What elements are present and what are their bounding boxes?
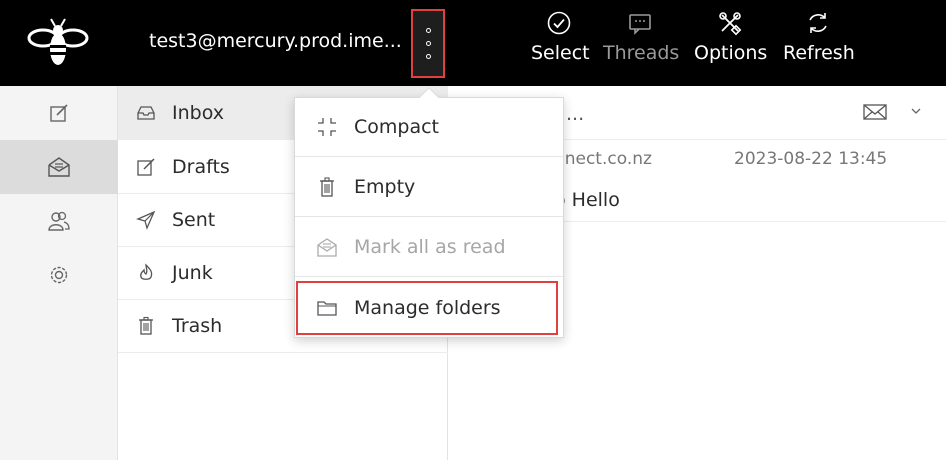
settings-nav[interactable] [0, 248, 118, 302]
menu-dot-icon [426, 28, 431, 33]
contacts-nav[interactable] [0, 194, 118, 248]
compact-label: Compact [354, 116, 439, 138]
settings-icon [50, 266, 68, 284]
options-button[interactable]: Options [694, 10, 768, 76]
compact-menu-item[interactable]: Compact [295, 98, 563, 157]
select-label: Select [531, 42, 590, 64]
empty-menu-item[interactable]: Empty [295, 158, 563, 217]
folder-label: Inbox [172, 101, 224, 124]
mark-all-read-menu-item[interactable]: Mark all as read [295, 218, 563, 277]
message-list-title: ... [566, 103, 585, 125]
envelope-icon[interactable] [863, 103, 887, 121]
trash-icon [320, 177, 334, 197]
account-name[interactable]: test3@mercury.prod.ime... [149, 30, 402, 52]
threads-label: Threads [603, 42, 680, 64]
options-label: Options [694, 42, 768, 64]
options-tools-icon [719, 12, 742, 36]
refresh-icon [809, 13, 827, 33]
inbox-icon [137, 105, 155, 120]
check-circle-icon [547, 11, 571, 35]
folder-label: Drafts [172, 155, 230, 178]
folder-label: Junk [172, 261, 213, 284]
mail-nav[interactable] [0, 140, 118, 194]
mail-icon [48, 157, 70, 177]
threads-button[interactable]: Threads [603, 10, 680, 76]
app-nav [0, 86, 118, 460]
mark-all-read-label: Mark all as read [354, 236, 506, 258]
empty-label: Empty [354, 176, 416, 198]
sent-icon [136, 210, 156, 230]
folder-label: Sent [172, 208, 216, 231]
compose-icon [50, 104, 68, 122]
folder-menu-button[interactable] [411, 9, 445, 78]
manage-folders-highlight [296, 281, 558, 335]
bee-logo-icon[interactable] [26, 18, 90, 70]
menu-dot-icon [426, 41, 431, 46]
refresh-button[interactable]: Refresh [783, 10, 855, 76]
compose-nav[interactable] [0, 86, 118, 140]
chevron-down-icon[interactable] [910, 106, 922, 116]
refresh-label: Refresh [783, 42, 855, 64]
message-from: inect.co.nz [560, 149, 652, 169]
compact-icon [318, 118, 336, 136]
threads-icon [629, 14, 651, 35]
top-bar: test3@mercury.prod.ime... Select Threads… [0, 0, 946, 86]
menu-dot-icon [426, 54, 431, 59]
drafts-icon [137, 157, 155, 176]
junk-icon [140, 262, 153, 280]
mark-read-icon [317, 238, 337, 257]
message-date: 2023-08-22 13:45 [734, 149, 888, 169]
contacts-icon [48, 211, 70, 231]
trash-icon [139, 316, 153, 335]
select-button[interactable]: Select [531, 10, 590, 76]
folder-label: Trash [172, 314, 223, 337]
